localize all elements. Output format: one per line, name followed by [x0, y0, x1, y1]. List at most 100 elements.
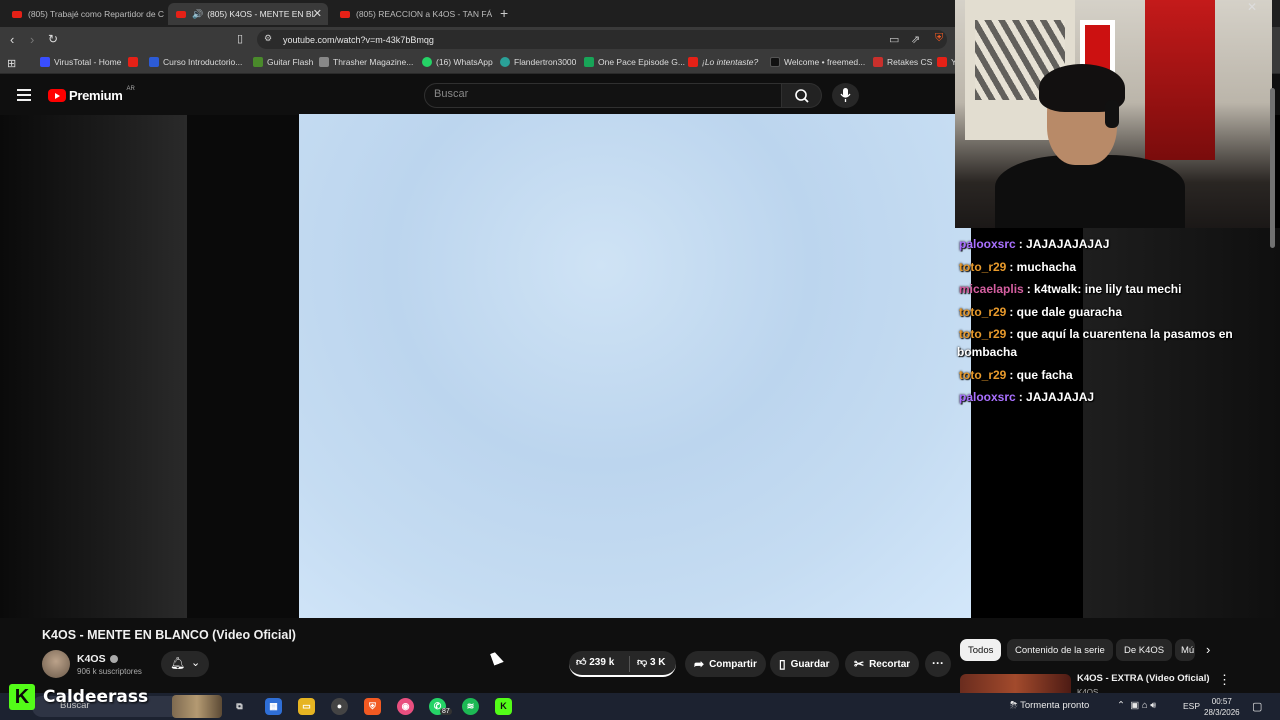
notifications-button[interactable]: 🔔︎ ⌄	[161, 651, 209, 677]
ambient-backdrop	[0, 115, 187, 618]
obs-icon[interactable]: ●	[331, 698, 348, 715]
site-info-icon[interactable]: ⚙	[264, 33, 272, 44]
bookmark-icon[interactable]: ▯	[237, 32, 243, 45]
youtube-favicon-icon	[12, 10, 22, 18]
window-close-icon[interactable]: ✕	[1247, 0, 1257, 14]
logo-text: Premium	[69, 88, 123, 103]
share-icon: ➦	[694, 657, 705, 671]
bookmark-favicon-icon	[584, 57, 594, 67]
channel-name-text[interactable]: K4OS	[77, 653, 106, 665]
scissors-icon: ✂	[854, 657, 865, 671]
notification-icon[interactable]: ▢	[1252, 700, 1262, 713]
clock-date: 28/3/2026	[1204, 708, 1240, 717]
dislike-button[interactable]: 👎︎ 3 K	[637, 656, 666, 668]
video-title: K4OS - MENTE EN BLANCO (Video Oficial)	[42, 628, 296, 642]
kebab-menu-icon[interactable]: ⋮	[1218, 672, 1231, 688]
recommendation-thumbnail[interactable]	[960, 674, 1071, 694]
chat-text: : JAJAJAJAJAJ	[1018, 237, 1110, 251]
bookmark-favicon-icon	[500, 57, 510, 67]
bookmark-item[interactable]: Guitar Flash	[253, 57, 313, 67]
chevron-up-icon[interactable]: ⌃	[1117, 700, 1125, 711]
browser-tab-active[interactable]: 🔊 (805) K4OS - MENTE EN BLANCO ✕	[168, 3, 328, 25]
bookmark-item[interactable]: VirusTotal - Home	[40, 57, 121, 67]
clock-time: 00:57	[1211, 697, 1232, 706]
apps-grid-icon[interactable]: ⊞	[7, 57, 16, 70]
chat-message: palooxsrc: JAJAJAJAJAJ	[959, 235, 1249, 253]
brave-shield-icon[interactable]: ⛨	[935, 32, 943, 45]
chat-username: toto_r29	[959, 259, 1007, 274]
brave-browser-icon[interactable]: ⛨	[364, 698, 381, 715]
save-button[interactable]: ▯ Guardar	[770, 651, 839, 677]
chat-message: toto_r29: muchacha	[959, 258, 1249, 276]
search-box[interactable]	[424, 83, 782, 108]
file-explorer-icon[interactable]: ▭	[298, 698, 315, 715]
bookmark-item[interactable]: (16) WhatsApp	[422, 57, 493, 67]
weather-text: Tormenta pronto	[1020, 700, 1090, 711]
channel-avatar[interactable]	[42, 650, 70, 678]
more-actions-button[interactable]: ···	[925, 651, 951, 677]
channel-name[interactable]: K4OS	[77, 653, 118, 665]
kick-logo: K	[9, 684, 35, 710]
chip-music[interactable]: Mú	[1175, 639, 1195, 661]
chevron-down-icon: ⌄	[191, 657, 201, 669]
store-icon[interactable]: ▦	[265, 698, 282, 715]
bookmark-item[interactable]: ¡Lo intentaste?	[688, 57, 758, 67]
system-tray[interactable]: ⌃ ▣ ⌂ 🔊︎	[1117, 700, 1156, 711]
page-scrollbar[interactable]	[1270, 88, 1275, 248]
bookmark-item[interactable]: Curso Introductorio...	[149, 57, 242, 67]
clock[interactable]: 00:57 28/3/2026	[1204, 696, 1240, 718]
search-input[interactable]	[434, 88, 764, 100]
like-dislike-button[interactable]: 👍︎ 239 k 👎︎ 3 K	[569, 651, 676, 677]
youtube-premium-logo[interactable]: Premium AR	[48, 86, 135, 103]
bookmark-item[interactable]: One Pace Episode G...	[584, 57, 685, 67]
spotify-icon[interactable]: ≋	[462, 698, 479, 715]
language-indicator[interactable]: ESP	[1183, 701, 1200, 711]
browser-tab-1[interactable]: (805) Trabajé como Repartidor de Co	[4, 3, 164, 25]
share-icon[interactable]: ⇗	[911, 33, 920, 46]
app-icon[interactable]: ◉	[397, 698, 414, 715]
reload-icon[interactable]: ↻	[48, 32, 58, 46]
like-button[interactable]: 👍︎ 239 k	[576, 656, 614, 668]
recommendation-title[interactable]: K4OS - EXTRA (Video Oficial)	[1077, 673, 1210, 684]
new-tab-button[interactable]: +	[500, 5, 508, 21]
cast-icon[interactable]: ▭	[889, 33, 899, 46]
chat-username: toto_r29	[959, 367, 1007, 382]
forward-icon[interactable]: ›	[30, 32, 34, 47]
chat-message: toto_r29: que aquí la cuarentena la pasa…	[959, 325, 1249, 343]
chat-text: : que dale guaracha	[1009, 304, 1123, 319]
weather-icon: ⛈	[1010, 700, 1021, 711]
back-icon[interactable]: ‹	[10, 32, 14, 47]
bookmark-item[interactable]: Flandertron3000	[500, 57, 576, 67]
search-button[interactable]	[782, 83, 822, 108]
bookmark-item[interactable]: Retakes CS	[873, 57, 932, 67]
chat-text: : que aquí la cuarentena la pasamos en	[1009, 327, 1233, 341]
clip-button[interactable]: ✂ Recortar	[845, 651, 920, 677]
youtube-play-icon	[48, 89, 66, 102]
bookmark-item[interactable]	[128, 57, 142, 67]
kick-icon[interactable]: K	[495, 698, 512, 715]
stream-brand-overlay: K Caldeerass	[9, 684, 148, 710]
wifi-icon[interactable]: ⌂	[1142, 700, 1148, 711]
bookmark-item[interactable]: Thrasher Magazine...	[319, 57, 413, 67]
bookmark-item[interactable]: Welcome • freemed...	[770, 57, 865, 67]
browser-tab-3[interactable]: (805) REACCION a K4OS - TAN FÁCIL	[332, 3, 492, 25]
weather-widget[interactable]: ⛈ Tormenta pronto	[1010, 700, 1089, 711]
bookmark-item[interactable]: Y	[937, 57, 957, 67]
chip-from-channel[interactable]: De K4OS	[1116, 639, 1173, 661]
close-tab-icon[interactable]: ✕	[313, 7, 322, 20]
chat-text: : que facha	[1009, 367, 1073, 382]
task-view-icon[interactable]: ⧉	[231, 698, 248, 715]
chip-series[interactable]: Contenido de la serie	[1007, 639, 1113, 661]
chip-all[interactable]: Todos	[960, 639, 1002, 661]
hamburger-menu-icon[interactable]	[17, 89, 31, 104]
chat-text: : k4twalk: ine lily tau mechi	[1026, 282, 1182, 296]
network-icon[interactable]: ▣	[1130, 700, 1139, 711]
chevron-right-icon[interactable]: ›	[1206, 642, 1210, 657]
guitar-icon	[253, 57, 263, 67]
volume-icon[interactable]: 🔊︎	[1150, 700, 1156, 711]
whatsapp-badge: 87	[440, 708, 452, 715]
voice-search-button[interactable]	[832, 83, 859, 108]
chat-username: micaelaplis	[959, 282, 1024, 296]
video-frame[interactable]	[299, 114, 971, 618]
share-button[interactable]: ➦ Compartir	[685, 651, 766, 677]
